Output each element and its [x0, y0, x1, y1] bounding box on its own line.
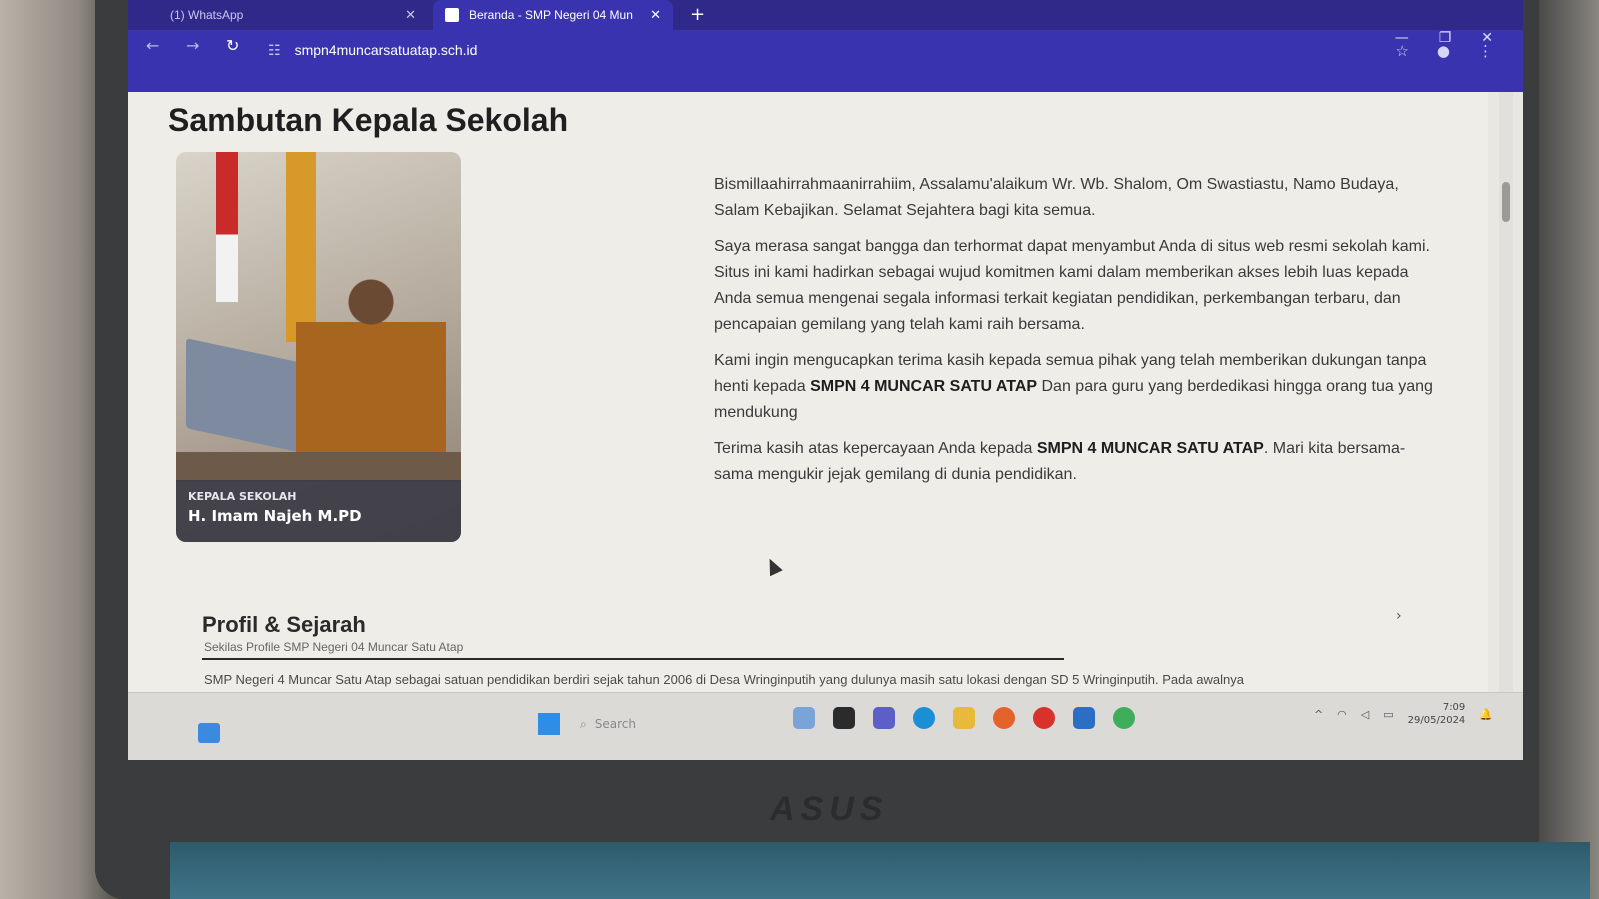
terminal-app-icon[interactable] [833, 707, 855, 729]
chevron-right-icon[interactable]: › [1396, 608, 1402, 624]
laptop-brand-logo: ASUS [770, 790, 889, 828]
firefox-app-icon[interactable] [993, 707, 1015, 729]
address-bar[interactable]: ☷ smpn4muncarsatuatap.sch.id [268, 34, 1268, 66]
close-icon[interactable]: ✕ [650, 7, 661, 23]
tab-bar: (1) WhatsApp ✕ Beranda - SMP Negeri 04 M… [128, 0, 1523, 30]
close-icon[interactable]: ✕ [405, 7, 416, 23]
profile-section-title: Profil & Sejarah [202, 612, 366, 637]
mouse-cursor-icon [763, 555, 783, 577]
site-info-icon[interactable]: ☷ [268, 42, 281, 59]
tab-label: Beranda - SMP Negeri 04 Mun [469, 8, 633, 22]
back-icon[interactable]: ← [146, 36, 159, 55]
principal-photo [296, 262, 446, 462]
menu-kebab-icon[interactable]: ⋮ [1478, 42, 1493, 60]
chrome-app-icon[interactable] [1113, 707, 1135, 729]
profile-section-body: SMP Negeri 4 Muncar Satu Atap sebagai sa… [204, 672, 1244, 687]
tab-beranda[interactable]: Beranda - SMP Negeri 04 Mun ✕ [433, 0, 673, 30]
laptop-keyboard-edge [170, 842, 1590, 899]
caption-name: H. Imam Najeh M.PD [188, 507, 362, 525]
favicon-icon [445, 8, 459, 22]
paragraph-text: Terima kasih atas kepercayaan Anda kepad… [714, 440, 1037, 457]
forward-icon[interactable]: → [186, 36, 199, 55]
search-placeholder: Search [594, 717, 636, 731]
edge-app-icon[interactable] [913, 707, 935, 729]
windows-taskbar: ⌕ Search ^ ◠ ◁ ▭ 7:09 29/05/2024 🔔 [128, 692, 1523, 760]
teams-app-icon[interactable] [873, 707, 895, 729]
section-divider [202, 658, 1064, 660]
scrollbar-thumb[interactable] [1502, 182, 1510, 222]
url-text: smpn4muncarsatuatap.sch.id [294, 42, 478, 58]
file-explorer-icon[interactable] [953, 707, 975, 729]
welcome-paragraph: Terima kasih atas kepercayaan Anda kepad… [714, 436, 1434, 488]
tab-whatsapp[interactable]: (1) WhatsApp ✕ [158, 0, 428, 30]
copilot-app-icon[interactable] [793, 707, 815, 729]
mail-app-icon[interactable] [1073, 707, 1095, 729]
page-scrollbar[interactable] [1499, 92, 1513, 692]
welcome-paragraph: Kami ingin mengucapkan terima kasih kepa… [714, 348, 1434, 426]
volume-icon[interactable]: ◁ [1361, 708, 1369, 721]
principal-photo-card: KEPALA SEKOLAH H. Imam Najeh M.PD [176, 152, 461, 542]
welcome-paragraph: Saya merasa sangat bangga dan terhormat … [714, 238, 1430, 333]
web-page: Sambutan Kepala Sekolah KEPALA SEKOLAH H… [128, 92, 1488, 692]
clock-date: 29/05/2024 [1407, 715, 1466, 726]
bookmark-star-icon[interactable]: ☆ [1395, 42, 1408, 60]
wps-app-icon[interactable] [1033, 707, 1055, 729]
chevron-up-icon[interactable]: ^ [1314, 708, 1323, 721]
windows-start-icon[interactable] [538, 713, 560, 735]
school-name-strong: SMPN 4 MUNCAR SATU ATAP [1036, 440, 1264, 457]
photo-caption: KEPALA SEKOLAH H. Imam Najeh M.PD [176, 480, 461, 542]
desk-image [176, 452, 461, 482]
browser-toolbar: ← → ↻ ☷ smpn4muncarsatuatap.sch.id [128, 30, 1523, 92]
search-icon: ⌕ [580, 716, 587, 731]
system-tray: ^ ◠ ◁ ▭ 7:09 29/05/2024 🔔 [1314, 701, 1493, 727]
clock-time: 7:09 [1442, 702, 1466, 713]
laptop-edge [1539, 0, 1599, 899]
profile-section-subtitle: Sekilas Profile SMP Negeri 04 Muncar Sat… [204, 640, 464, 654]
school-name-strong: SMPN 4 MUNCAR SATU ATAP [810, 378, 1038, 395]
screen: (1) WhatsApp ✕ Beranda - SMP Negeri 04 M… [128, 0, 1523, 760]
reload-icon[interactable]: ↻ [226, 36, 239, 55]
taskbar-apps [793, 707, 1135, 729]
profile-avatar-icon[interactable]: ● [1437, 42, 1450, 60]
battery-icon[interactable]: ▭ [1383, 708, 1393, 721]
welcome-message: Bismillaahirrahmaanirrahiim, Assalamu'al… [714, 172, 1434, 498]
welcome-paragraph: Bismillaahirrahmaanirrahiim, Assalamu'al… [714, 176, 1399, 219]
caption-role: KEPALA SEKOLAH [188, 490, 297, 503]
toolbar-actions: ☆ ● ⋮ [1395, 42, 1493, 60]
notification-bell-icon[interactable]: 🔔 [1479, 708, 1493, 721]
flag-image [216, 152, 238, 302]
tab-label: (1) WhatsApp [170, 8, 244, 22]
taskbar-search[interactable]: ⌕ Search [580, 713, 700, 735]
wifi-icon[interactable]: ◠ [1337, 708, 1347, 721]
taskbar-clock[interactable]: 7:09 29/05/2024 [1408, 701, 1466, 727]
new-tab-icon[interactable]: + [690, 4, 705, 25]
page-title: Sambutan Kepala Sekolah [168, 102, 569, 138]
widgets-icon[interactable] [198, 723, 220, 743]
